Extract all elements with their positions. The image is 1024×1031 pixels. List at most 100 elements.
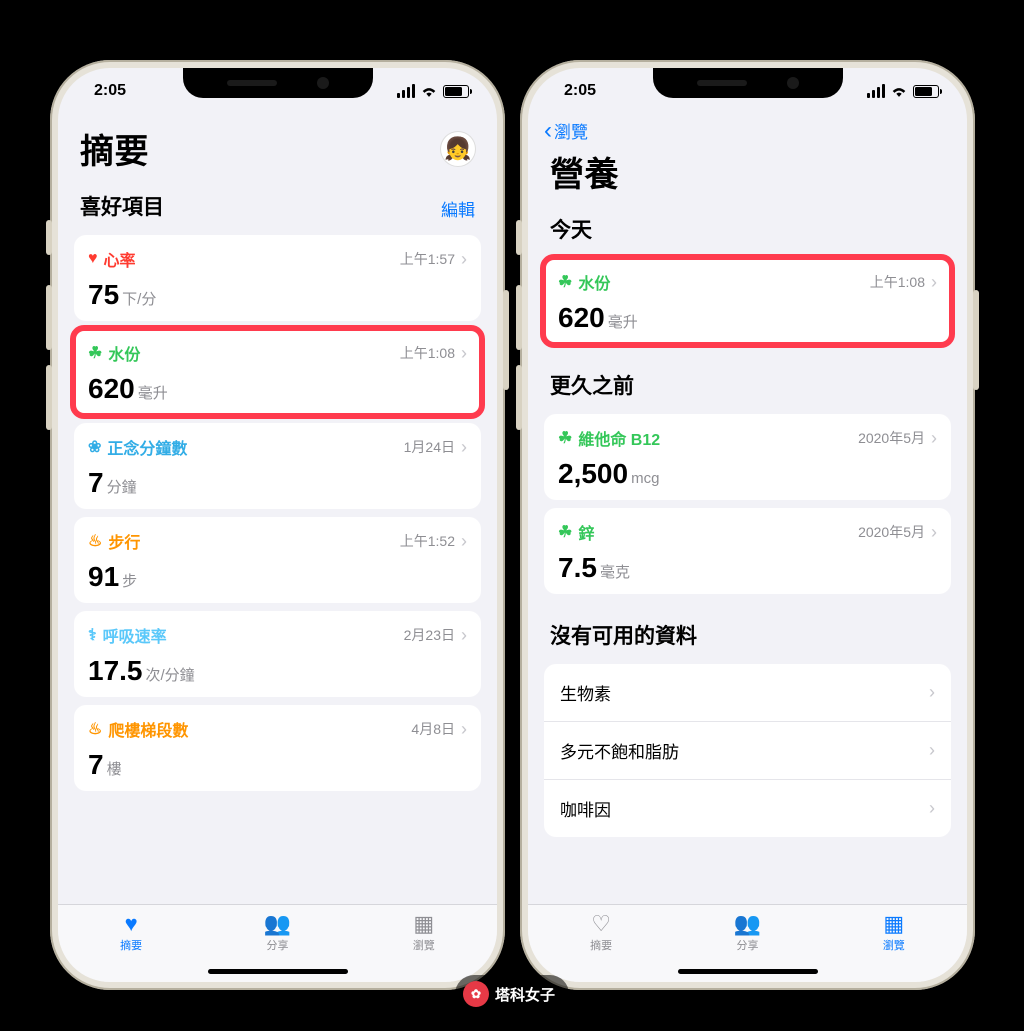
phone-nutrition: 2:05 ‹ 瀏覽 營養 今天 ☘水份上午1:08›620毫升 更久之前 ☘維他… — [520, 60, 975, 990]
people-icon: 👥 — [734, 913, 761, 935]
chevron-right-icon: › — [461, 719, 467, 740]
card-earlier-0[interactable]: ☘維他命 B122020年5月›2,500mcg — [544, 414, 951, 500]
chevron-right-icon: › — [931, 272, 937, 293]
watermark: ✿塔科女子 — [455, 975, 569, 1013]
tab-browse[interactable]: ▦ 瀏覽 — [849, 913, 939, 953]
card-today-0[interactable]: ☘水份上午1:08›620毫升 — [544, 258, 951, 344]
nodata-row[interactable]: 多元不飽和脂肪 › — [544, 722, 951, 780]
category-icon: ⚕ — [88, 625, 97, 645]
card-time: 上午1:08 — [400, 343, 455, 363]
status-time: 2:05 — [94, 82, 126, 100]
category-label: 步行 — [108, 529, 140, 553]
card-unit: 毫克 — [600, 561, 630, 582]
card-left-4[interactable]: ⚕呼吸速率2月23日›17.5次/分鐘 — [74, 611, 481, 697]
category-icon: ❀ — [88, 437, 101, 457]
tab-browse-label: 瀏覽 — [413, 937, 435, 953]
card-value: 75 — [88, 279, 119, 311]
watermark-text: 塔科女子 — [495, 984, 555, 1005]
card-value: 7.5 — [558, 552, 597, 584]
summary-scroll[interactable]: ♥心率上午1:57›75下/分☘水份上午1:08›620毫升❀正念分鐘數1月24… — [58, 227, 497, 904]
card-left-0[interactable]: ♥心率上午1:57›75下/分 — [74, 235, 481, 321]
grid-icon: ▦ — [883, 913, 904, 935]
tab-summary[interactable]: ♥ 摘要 — [86, 913, 176, 953]
chevron-right-icon: › — [929, 798, 935, 819]
heart-icon: ♡ — [591, 913, 611, 935]
category-label: 水份 — [578, 270, 610, 294]
home-indicator[interactable] — [678, 969, 818, 974]
chevron-right-icon: › — [461, 531, 467, 552]
favorites-header: 喜好項目 — [80, 191, 164, 221]
status-time: 2:05 — [564, 82, 596, 100]
card-left-1[interactable]: ☘水份上午1:08›620毫升 — [74, 329, 481, 415]
tab-summary[interactable]: ♡ 摘要 — [556, 913, 646, 953]
card-left-5[interactable]: ♨ 爬樓梯段數 4月8日 › 7樓 — [74, 705, 481, 791]
card-unit: mcg — [631, 470, 659, 487]
category-label: 正念分鐘數 — [107, 435, 187, 459]
card-left-3[interactable]: ♨步行上午1:52›91步 — [74, 517, 481, 603]
category-label: 心率 — [104, 247, 136, 271]
card-time: 2月23日 — [404, 625, 455, 645]
chevron-right-icon: › — [461, 249, 467, 270]
nodata-label: 咖啡因 — [560, 796, 611, 821]
card-unit: 次/分鐘 — [146, 664, 195, 685]
people-icon: 👥 — [264, 913, 291, 935]
category-icon: ☘ — [558, 428, 572, 448]
tab-browse[interactable]: ▦ 瀏覽 — [379, 913, 469, 953]
card-time: 上午1:52 — [400, 531, 455, 551]
card-time: 1月24日 — [404, 437, 455, 457]
nodata-label: 多元不飽和脂肪 — [560, 738, 679, 763]
card-left-2[interactable]: ❀正念分鐘數1月24日›7分鐘 — [74, 423, 481, 509]
card-unit: 下/分 — [122, 288, 156, 309]
card-time: 4月8日 — [411, 719, 455, 739]
home-indicator[interactable] — [208, 969, 348, 974]
card-value: 7 — [88, 749, 104, 781]
back-label: 瀏覽 — [554, 118, 588, 143]
category-icon: ♥ — [88, 250, 98, 268]
nodata-row[interactable]: 咖啡因 › — [544, 780, 951, 837]
tab-summary-label: 摘要 — [120, 937, 142, 953]
chevron-right-icon: › — [461, 343, 467, 364]
nutrition-scroll[interactable]: 今天 ☘水份上午1:08›620毫升 更久之前 ☘維他命 B122020年5月›… — [528, 204, 967, 904]
card-value: 620 — [558, 302, 605, 334]
nodata-row[interactable]: 生物素 › — [544, 664, 951, 722]
tab-summary-label: 摘要 — [590, 937, 612, 953]
category-label: 爬樓梯段數 — [108, 717, 188, 741]
card-unit: 毫升 — [138, 382, 168, 403]
tab-share[interactable]: 👥 分享 — [232, 913, 322, 953]
category-icon: ♨ — [88, 719, 102, 739]
tab-share-label: 分享 — [266, 937, 288, 953]
card-value: 7 — [88, 467, 104, 499]
card-time: 上午1:08 — [870, 272, 925, 292]
card-unit: 毫升 — [608, 311, 638, 332]
earlier-header: 更久之前 — [550, 370, 634, 400]
card-value: 17.5 — [88, 655, 143, 687]
card-unit: 分鐘 — [107, 476, 137, 497]
category-icon: ♨ — [88, 531, 102, 551]
heart-icon: ♥ — [125, 913, 138, 935]
signal-icon — [397, 84, 415, 98]
card-unit: 樓 — [107, 758, 122, 779]
grid-icon: ▦ — [413, 913, 434, 935]
chevron-right-icon: › — [461, 625, 467, 646]
chevron-right-icon: › — [931, 522, 937, 543]
category-label: 維他命 B12 — [578, 426, 660, 450]
nodata-header: 沒有可用的資料 — [550, 620, 697, 650]
tab-share[interactable]: 👥 分享 — [702, 913, 792, 953]
card-earlier-1[interactable]: ☘鋅2020年5月›7.5毫克 — [544, 508, 951, 594]
edit-button[interactable]: 編輯 — [441, 196, 475, 221]
chevron-right-icon: › — [931, 428, 937, 449]
card-value: 620 — [88, 373, 135, 405]
profile-avatar[interactable]: 👧 — [441, 132, 475, 166]
card-time: 2020年5月 — [858, 522, 925, 542]
card-value: 91 — [88, 561, 119, 593]
category-icon: ☘ — [88, 343, 102, 363]
nodata-label: 生物素 — [560, 680, 611, 705]
notch — [183, 68, 373, 98]
chevron-right-icon: › — [929, 682, 935, 703]
today-header: 今天 — [550, 214, 592, 244]
card-time: 2020年5月 — [858, 428, 925, 448]
chevron-right-icon: › — [929, 740, 935, 761]
chevron-left-icon: ‹ — [544, 119, 552, 143]
battery-icon — [443, 85, 469, 98]
back-button[interactable]: ‹ 瀏覽 — [528, 114, 967, 143]
